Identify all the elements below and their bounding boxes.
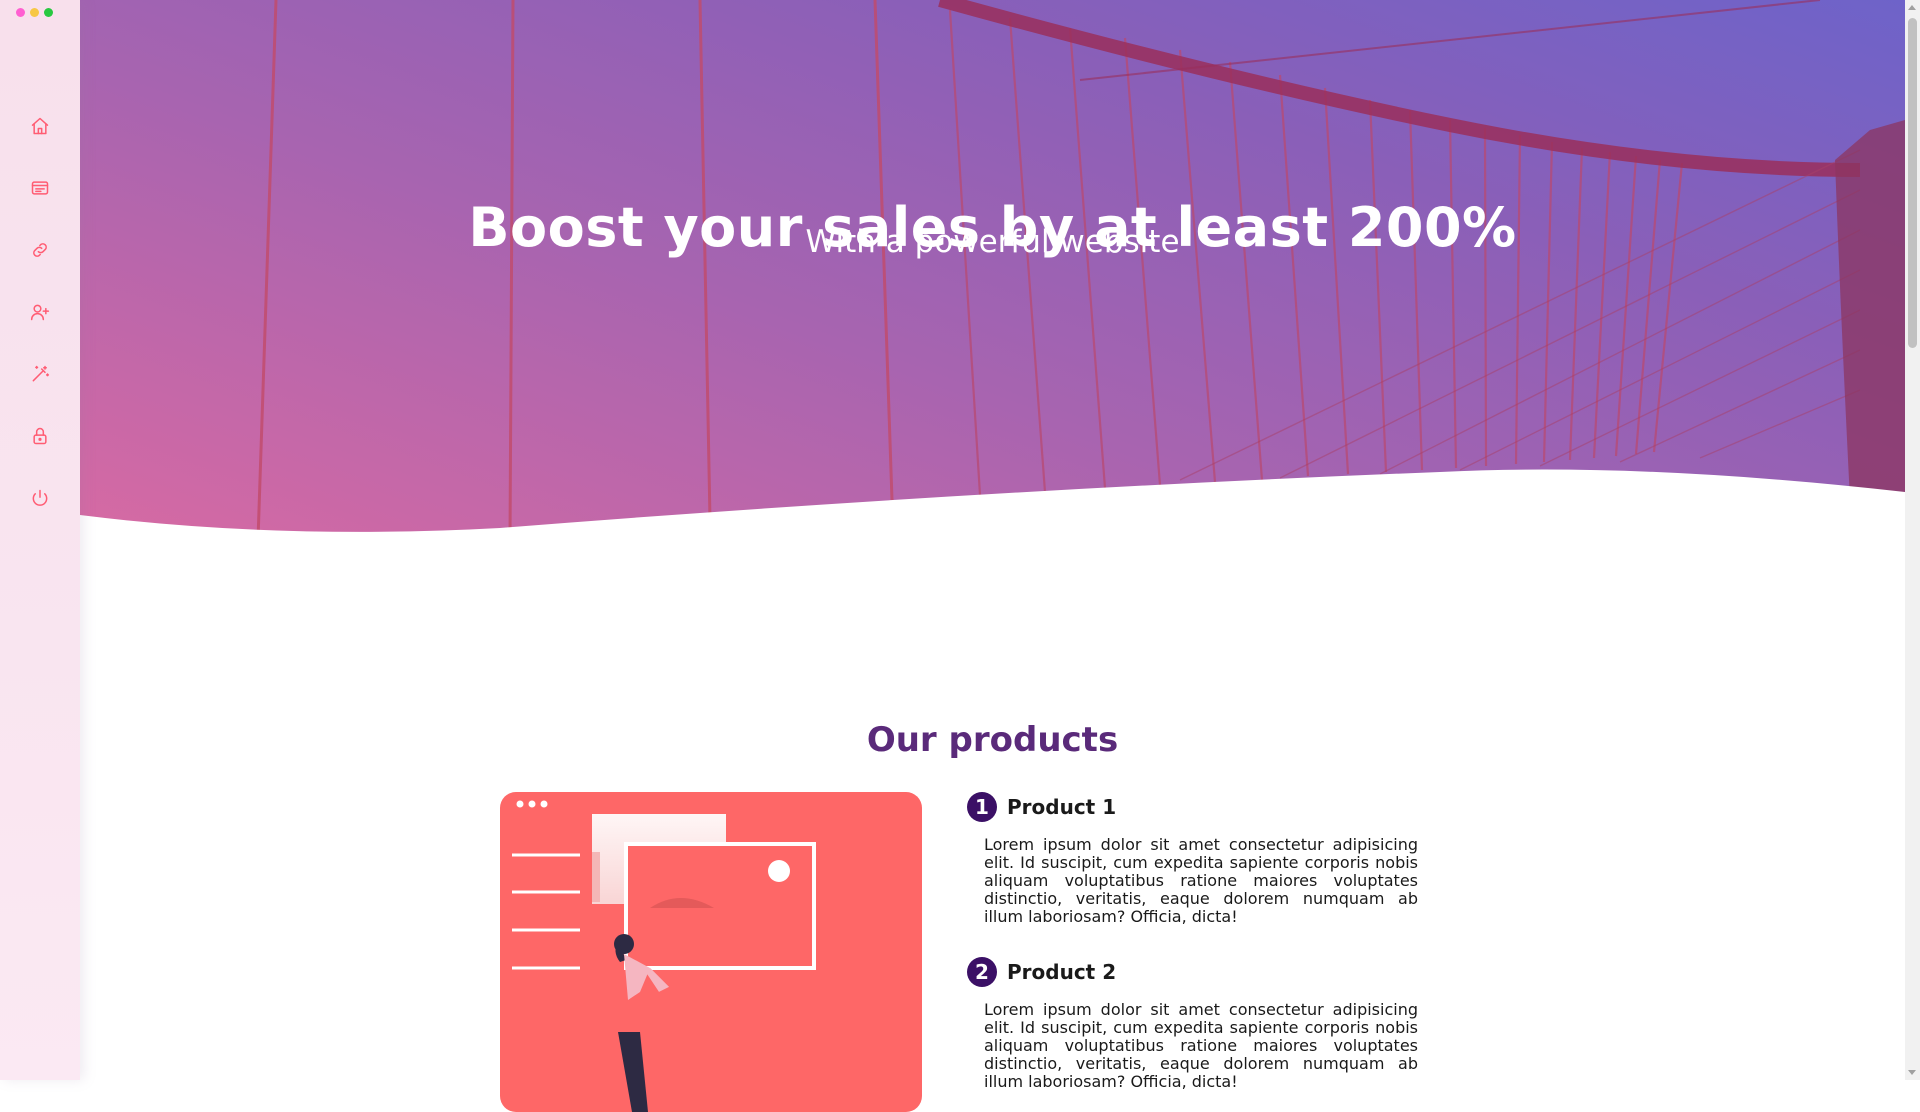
scrollbar-thumb[interactable]	[1908, 18, 1917, 348]
power-icon	[32, 489, 48, 506]
sidebar	[0, 0, 80, 1080]
vertical-scrollbar[interactable]	[1905, 0, 1920, 1080]
products-section-title: Our products	[866, 720, 1119, 761]
maximize-dot[interactable]	[44, 8, 53, 17]
sidebar-item-security[interactable]	[26, 422, 54, 450]
magic-wand-icon	[32, 365, 50, 382]
sidebar-item-users[interactable]	[26, 298, 54, 326]
product-item: 1 Product 1 Lorem ipsum dolor sit amet c…	[967, 792, 1419, 926]
sidebar-item-logout[interactable]	[26, 484, 54, 512]
product-number-badge: 2	[967, 957, 997, 987]
scroll-up-arrow-icon[interactable]	[1908, 5, 1916, 10]
lock-icon	[33, 427, 47, 445]
product-description: Lorem ipsum dolor sit amet consectetur a…	[984, 1000, 1418, 1091]
product-item: 2 Product 2 Lorem ipsum dolor sit amet c…	[967, 957, 1419, 1091]
product-name: Product 1	[1007, 795, 1117, 819]
link-icon	[33, 243, 47, 257]
sidebar-item-links[interactable]	[26, 236, 54, 264]
product-name: Product 2	[1007, 960, 1117, 984]
sidebar-item-home[interactable]	[26, 112, 54, 140]
sidebar-item-tools[interactable]	[26, 360, 54, 388]
bridge-background-image	[80, 0, 1905, 540]
product-header: 1 Product 1	[967, 792, 1419, 822]
product-header: 2 Product 2	[967, 957, 1419, 987]
product-number-badge: 1	[967, 792, 997, 822]
window-controls	[16, 8, 53, 17]
product-illustration	[500, 792, 922, 1112]
close-dot[interactable]	[16, 8, 25, 17]
sidebar-item-pages[interactable]	[26, 174, 54, 202]
product-description: Lorem ipsum dolor sit amet consectetur a…	[984, 835, 1418, 926]
home-icon	[31, 117, 49, 135]
hero-subtitle: With a powerful website	[805, 224, 1180, 260]
browser-card-icon	[31, 181, 49, 195]
minimize-dot[interactable]	[30, 8, 39, 17]
hero-banner: Boost your sales by at least 200% With a…	[80, 0, 1905, 540]
scroll-down-arrow-icon[interactable]	[1908, 1070, 1916, 1075]
user-plus-icon	[30, 304, 50, 321]
